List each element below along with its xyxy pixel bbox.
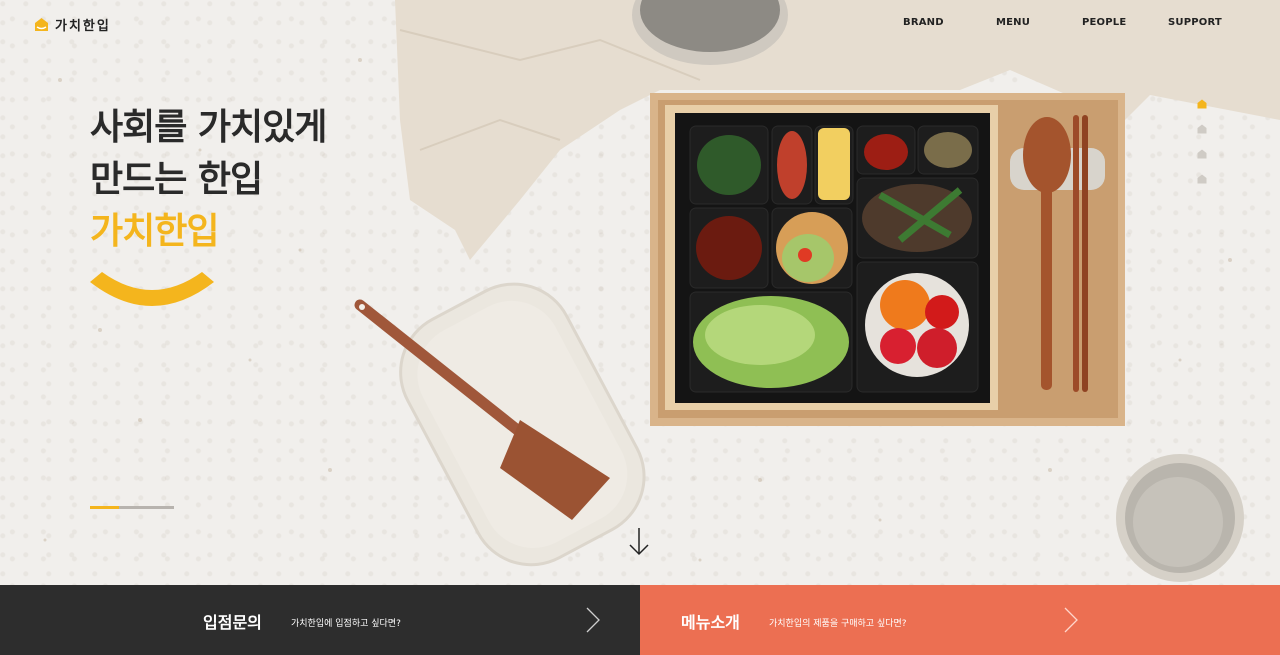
slide-indicators — [1197, 99, 1207, 199]
arrow-down-icon[interactable] — [628, 527, 650, 557]
chevron-right-icon — [586, 607, 600, 633]
cta-menu-intro[interactable]: 메뉴소개 가치한입의 제품을 구매하고 싶다면? — [640, 585, 1280, 655]
cta-store-inquiry[interactable]: 입점문의 가치한입에 입점하고 싶다면? — [0, 585, 640, 655]
smile-shape — [90, 272, 214, 306]
slide-dot-1[interactable] — [1197, 99, 1207, 109]
main-nav: BRAND MENU PEOPLE SUPPORT — [0, 17, 1280, 33]
headline-accent: 가치한입 — [90, 211, 219, 252]
nav-menu[interactable]: MENU — [996, 17, 1030, 28]
nav-support[interactable]: SUPPORT — [1168, 17, 1222, 28]
nav-brand[interactable]: BRAND — [903, 17, 944, 28]
cta-menu-intro-subtitle: 가치한입의 제품을 구매하고 싶다면? — [769, 619, 907, 629]
cta-store-inquiry-subtitle: 가치한입에 입점하고 싶다면? — [291, 619, 401, 629]
slide-progress-bar — [90, 506, 174, 509]
chevron-right-icon — [1064, 607, 1078, 633]
cta-store-inquiry-title: 입점문의 — [203, 613, 262, 632]
nav-people[interactable]: PEOPLE — [1082, 17, 1126, 28]
hero-section: 가치한입 BRAND MENU PEOPLE SUPPORT 사회를 가치있게 … — [0, 0, 1280, 585]
hero-headline: 사회를 가치있게 만드는 한입 가치한입 — [90, 102, 327, 258]
cta-menu-intro-title: 메뉴소개 — [681, 613, 740, 632]
slide-dot-3[interactable] — [1197, 149, 1207, 159]
slide-dot-4[interactable] — [1197, 174, 1207, 184]
headline-line-1: 사회를 가치있게 — [90, 107, 327, 148]
headline-line-2: 만드는 한입 — [90, 159, 263, 200]
slide-progress-fill — [90, 506, 120, 509]
slide-dot-2[interactable] — [1197, 124, 1207, 134]
